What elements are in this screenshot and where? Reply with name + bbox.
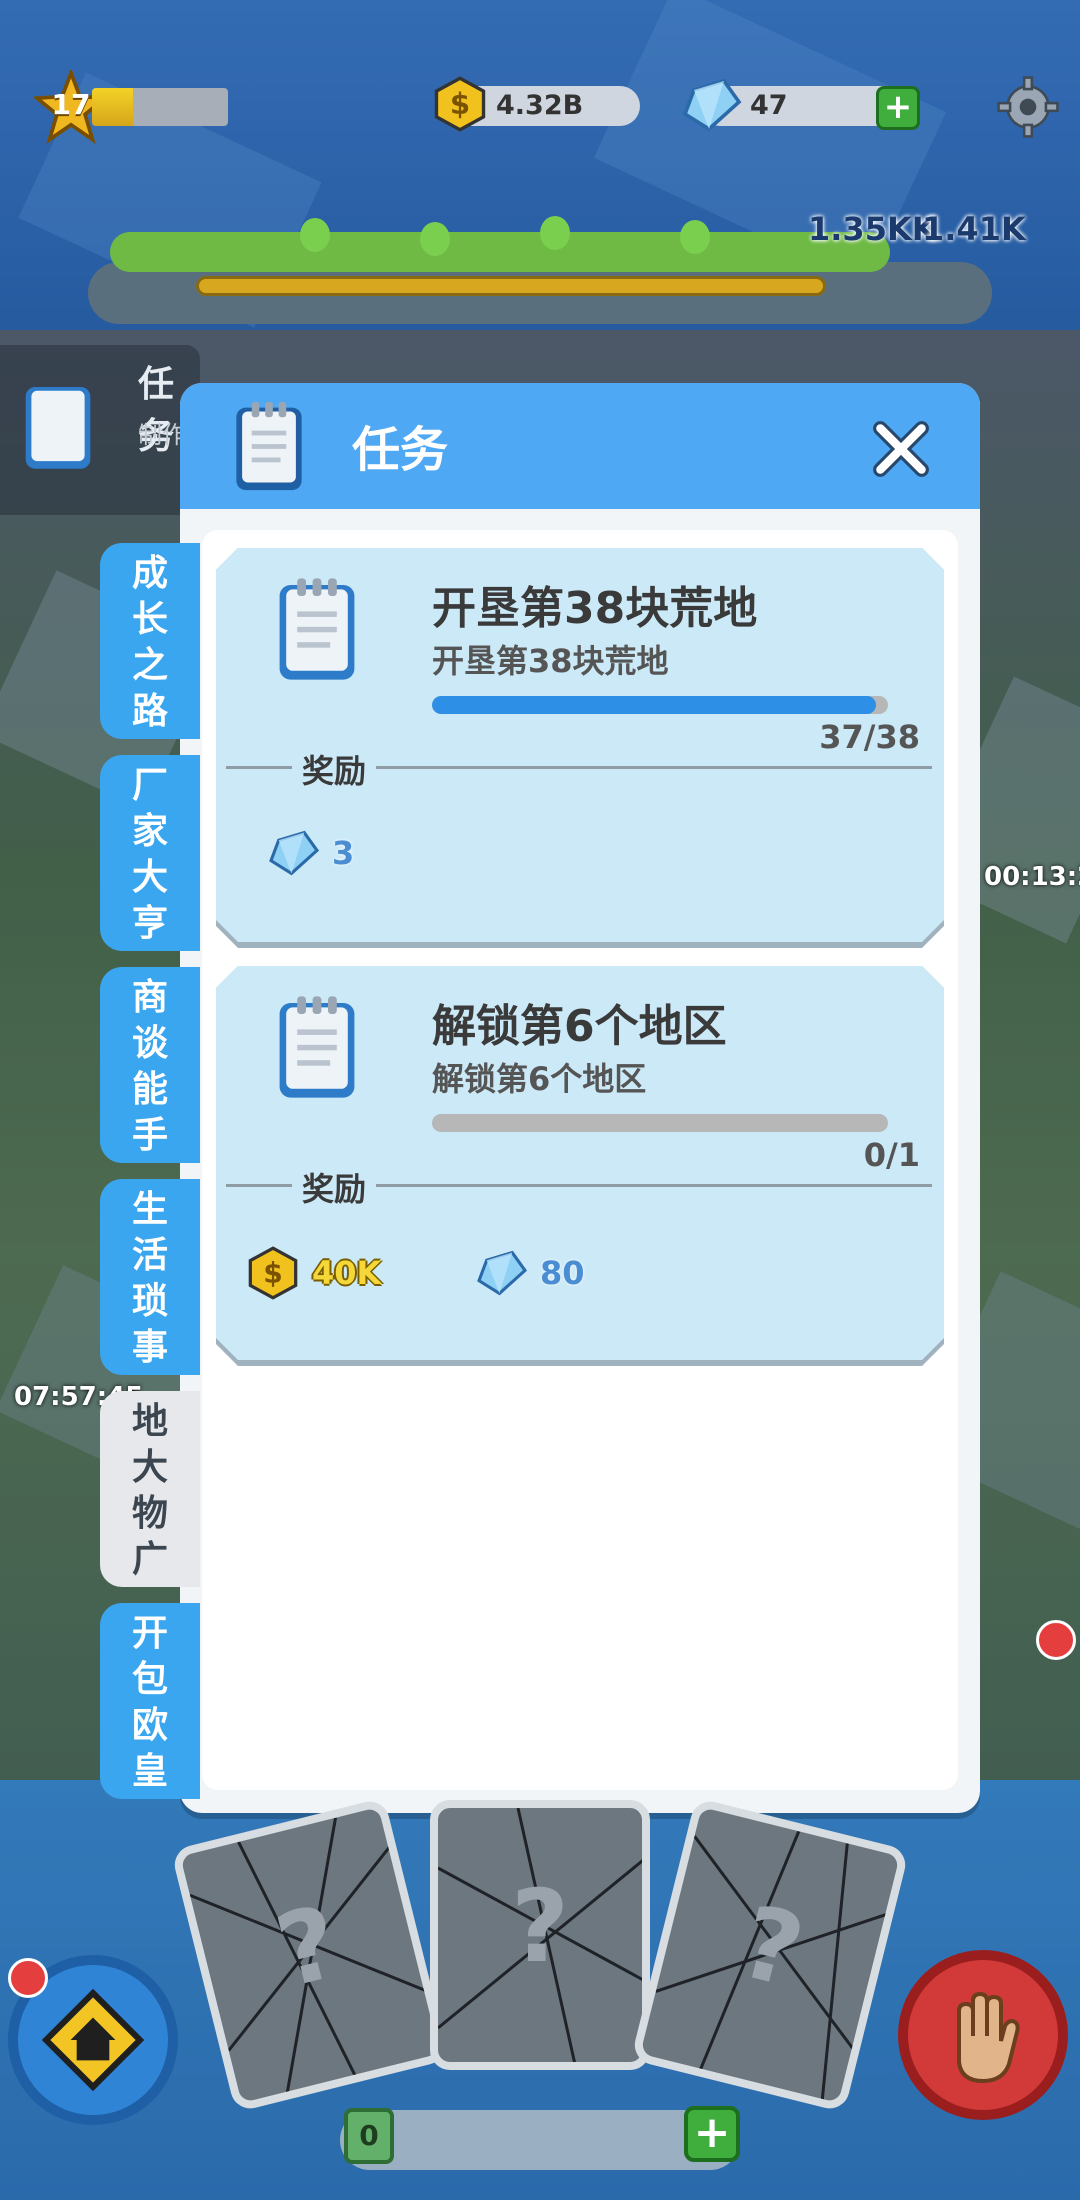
quest-description: 开垦第38块荒地 xyxy=(432,642,669,680)
coin-amount: 4.32B xyxy=(496,90,584,121)
clipboard-icon xyxy=(236,401,302,491)
tab-growth-road[interactable]: 成长之路 xyxy=(100,543,200,739)
tab-negotiation-expert[interactable]: 商谈能手 xyxy=(100,967,200,1163)
population-target: 1.41K xyxy=(922,210,1026,248)
mystery-card[interactable]: ? xyxy=(430,1800,650,2070)
top-hud: 17 4.32B $ 47 + xyxy=(0,70,1080,150)
clipboard-icon xyxy=(279,578,355,680)
hand-action-button[interactable] xyxy=(898,1950,1068,2120)
hand-icon xyxy=(957,1991,1020,2084)
tab-vast-land[interactable]: 地大物广 xyxy=(100,1391,200,1587)
tab-factory-tycoon[interactable]: 厂家大亨 xyxy=(100,755,200,951)
settings-gear-icon[interactable] xyxy=(996,75,1060,139)
gem-icon xyxy=(682,78,742,132)
quest-progress-bar xyxy=(432,696,888,714)
reward-gem-amount: 3 xyxy=(332,834,355,872)
gem-icon xyxy=(477,1250,528,1296)
gem-icon xyxy=(269,830,320,876)
region-progress-bar xyxy=(196,276,827,296)
building-timer: 00:13:2 xyxy=(984,862,1080,892)
quest-description: 解锁第6个地区 xyxy=(432,1060,647,1098)
reward-label: 奖励 xyxy=(292,1164,377,1210)
reward-label: 奖励 xyxy=(292,746,377,792)
svg-text:$: $ xyxy=(263,1257,283,1290)
xp-fill xyxy=(92,88,133,126)
quest-title: 开垦第38块荒地 xyxy=(432,583,758,634)
house-sign-icon xyxy=(42,1989,144,2091)
card-counter-bar xyxy=(340,2110,740,2170)
reward-gem-amount: 80 xyxy=(540,1254,585,1292)
card-count: 0 xyxy=(344,2108,394,2164)
region-grass xyxy=(110,232,890,272)
tab-daily-life[interactable]: 生活琐事 xyxy=(100,1179,200,1375)
quest-progress-count: 37/38 xyxy=(819,718,920,756)
quest-progress-bar xyxy=(432,1114,888,1132)
background-task-panel: 任务 制作 xyxy=(0,345,200,515)
notification-dot xyxy=(8,1958,48,1998)
add-card-button[interactable]: + xyxy=(684,2106,740,2162)
clipboard-icon xyxy=(279,996,355,1098)
quest-title: 解锁第6个地区 xyxy=(432,1001,727,1052)
add-gems-button[interactable]: + xyxy=(876,86,920,130)
coin-icon: $ xyxy=(248,1246,298,1300)
population-current: 1.35KK xyxy=(808,210,937,248)
tab-lucky-unboxing[interactable]: 开包欧皇 xyxy=(100,1603,200,1799)
modal-title: 任务 xyxy=(352,422,449,478)
quest-progress-count: 0/1 xyxy=(863,1136,920,1174)
reward-coin-amount: 40K xyxy=(312,1254,382,1292)
coin-icon: $ xyxy=(434,76,486,132)
close-icon[interactable] xyxy=(870,418,932,480)
quest-progress-fill xyxy=(432,696,877,714)
background-task-subtitle: 制作 xyxy=(138,421,186,449)
svg-text:$: $ xyxy=(450,87,470,121)
question-mark-icon: ? xyxy=(510,1868,569,1985)
xp-bar xyxy=(92,88,228,126)
notification-dot xyxy=(1036,1620,1076,1660)
clipboard-icon xyxy=(25,387,91,469)
gem-amount: 47 xyxy=(750,90,788,121)
